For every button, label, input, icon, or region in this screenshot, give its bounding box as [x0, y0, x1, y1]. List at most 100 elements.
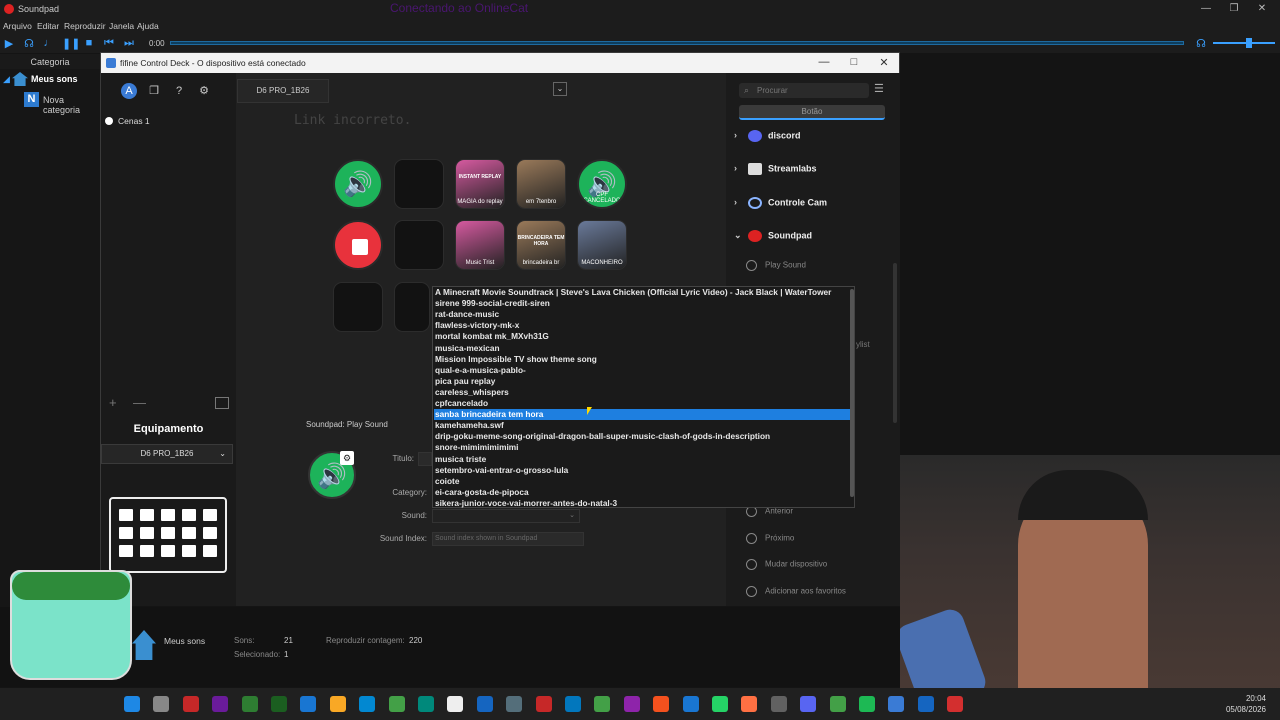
- taskbar-app-icon[interactable]: [300, 696, 317, 712]
- deck-key[interactable]: [394, 220, 444, 270]
- taskbar-app-icon[interactable]: [124, 696, 140, 712]
- menu-arquivo[interactable]: Arquivo: [3, 21, 32, 31]
- taskbar-app-icon[interactable]: [800, 696, 817, 712]
- category-nova[interactable]: Nova categoria: [43, 95, 100, 115]
- sound-option[interactable]: cpfcancelado: [434, 398, 850, 409]
- sound-option[interactable]: sanba brincadeira tem hora: [434, 409, 850, 421]
- plugin-soundpad[interactable]: ⌄ Soundpad: [734, 230, 812, 242]
- deck-key[interactable]: [394, 159, 444, 209]
- sound-option[interactable]: pica pau replay: [434, 376, 850, 387]
- scene-name[interactable]: Cenas 1: [118, 116, 150, 126]
- sound-option[interactable]: A Minecraft Movie Soundtrack | Steve's L…: [434, 287, 850, 298]
- deck-key[interactable]: MACONHEIRO: [577, 220, 627, 270]
- taskbar-app-icon[interactable]: [182, 696, 199, 712]
- volume-knob[interactable]: [1246, 38, 1252, 48]
- action-adicionar-favoritos[interactable]: Adicionar aos favoritos: [746, 586, 846, 597]
- taskbar-app-icon[interactable]: [917, 696, 934, 712]
- copy-icon[interactable]: ❐: [146, 83, 162, 99]
- expand-arrow-icon[interactable]: ◢: [3, 74, 10, 85]
- deck-key[interactable]: INSTANT REPLAY MAGIA do replay: [455, 159, 505, 209]
- taskbar-app-icon[interactable]: [153, 696, 170, 712]
- sound-option[interactable]: musica triste: [434, 454, 850, 465]
- help-icon[interactable]: ?: [171, 83, 187, 99]
- taskbar-app-icon[interactable]: [241, 696, 258, 712]
- sound-option[interactable]: careless_whispers: [434, 387, 850, 398]
- deck-minimize-icon[interactable]: —: [814, 56, 834, 68]
- sound-select[interactable]: ⌄: [432, 509, 580, 523]
- sound-option[interactable]: sirene 999-social-credit-siren: [434, 298, 850, 309]
- restore-icon[interactable]: ❐: [1224, 3, 1244, 14]
- deck-key[interactable]: 🔊 CPF CANCELADO: [577, 159, 627, 209]
- taskbar-app-icon[interactable]: [741, 696, 758, 712]
- taskbar-app-icon[interactable]: [565, 696, 581, 712]
- action-play-sound[interactable]: Play Sound: [746, 260, 806, 271]
- taskbar-app-icon[interactable]: [859, 696, 875, 712]
- key-empty[interactable]: [394, 282, 430, 332]
- title-input[interactable]: [418, 452, 432, 466]
- taskbar-app-icon[interactable]: [359, 696, 376, 712]
- add-scene-icon[interactable]: +: [109, 395, 117, 410]
- sound-option[interactable]: setembro-vai-entrar-o-grosso-lula: [434, 465, 850, 476]
- close-icon[interactable]: ✕: [1252, 3, 1272, 14]
- menu-editar[interactable]: Editar: [37, 21, 59, 31]
- deck-key[interactable]: BRINCADEIRA TEM HORA brincadeira br: [516, 220, 566, 270]
- deck-key[interactable]: em 7tenbro: [516, 159, 566, 209]
- equipment-select[interactable]: D6 PRO_1B26 ⌄: [101, 444, 233, 464]
- sound-option[interactable]: musica-mexican: [434, 343, 850, 354]
- previous-icon[interactable]: ⏮: [102, 37, 116, 50]
- plugin-controle-cam[interactable]: › Controle Cam: [734, 197, 827, 209]
- menu-ajuda[interactable]: Ajuda: [137, 21, 159, 31]
- key-empty[interactable]: [333, 282, 383, 332]
- sound-option[interactable]: sikera-junior-voce-vai-morrer-antes-do-n…: [434, 498, 850, 509]
- taskbar-app-icon[interactable]: [418, 696, 434, 712]
- sound-option[interactable]: drip-goku-meme-song-original-dragon-ball…: [434, 431, 850, 442]
- taskbar-app-icon[interactable]: [947, 696, 964, 712]
- sound-option[interactable]: snore-mimimimimimi: [434, 442, 850, 453]
- taskbar-app-icon[interactable]: [271, 696, 287, 712]
- list-view-icon[interactable]: ☰: [874, 82, 884, 95]
- taskbar-app-icon[interactable]: [770, 696, 787, 712]
- volume-slider[interactable]: [1213, 42, 1275, 44]
- headphones-volume-icon[interactable]: ☊: [1194, 37, 1208, 50]
- stop-icon[interactable]: ■: [82, 37, 96, 49]
- next-icon[interactable]: ⏭: [122, 37, 136, 50]
- sound-index-input[interactable]: Sound index shown in Soundpad: [432, 532, 584, 546]
- taskbar-app-icon[interactable]: [594, 696, 611, 712]
- taskbar-app-icon[interactable]: [712, 696, 728, 712]
- sound-option[interactable]: flawless-victory-mk-x: [434, 320, 850, 331]
- action-mudar-dispositivo[interactable]: Mudar dispositivo: [746, 559, 827, 570]
- sound-option[interactable]: mortal kombat mk_MXvh31G: [434, 331, 850, 342]
- taskbar-app-icon[interactable]: [535, 696, 552, 712]
- taskbar-app-icon[interactable]: [506, 696, 523, 712]
- taskbar-app-icon[interactable]: [329, 696, 346, 712]
- seek-bar[interactable]: [170, 41, 1184, 45]
- scene-radio-icon[interactable]: [105, 117, 113, 125]
- pause-icon[interactable]: ❚❚: [62, 37, 80, 50]
- play-icon[interactable]: ▶: [2, 37, 16, 50]
- deck-key[interactable]: [333, 220, 383, 270]
- remove-scene-icon[interactable]: —: [133, 395, 146, 410]
- tab-botao[interactable]: Botão: [739, 105, 885, 120]
- scene-config-icon[interactable]: [215, 397, 229, 409]
- plugin-discord[interactable]: › discord: [734, 130, 801, 142]
- sound-option[interactable]: kamehameha.swf: [434, 420, 850, 431]
- action-proximo[interactable]: Próximo: [746, 533, 794, 544]
- menu-janela[interactable]: Janela: [109, 21, 134, 31]
- settings-gear-icon[interactable]: ⚙: [196, 83, 212, 99]
- right-panel-scrollbar[interactable]: [893, 263, 897, 423]
- key-settings-icon[interactable]: ⚙: [340, 451, 354, 465]
- deck-close-icon[interactable]: ✕: [874, 56, 894, 69]
- tab-device[interactable]: D6 PRO_1B26: [237, 79, 329, 103]
- taskbar-app-icon[interactable]: [388, 696, 405, 712]
- sound-dropdown-list[interactable]: A Minecraft Movie Soundtrack | Steve's L…: [432, 286, 855, 508]
- taskbar-app-icon[interactable]: [212, 696, 229, 712]
- sound-option[interactable]: Mission Impossible TV show theme song: [434, 354, 850, 365]
- taskbar-clock[interactable]: 20:04 05/08/2026: [1226, 693, 1266, 715]
- category-meus-sons[interactable]: Meus sons: [31, 74, 78, 84]
- taskbar-app-icon[interactable]: [623, 696, 640, 712]
- menu-reproduzir[interactable]: Reproduzir: [64, 21, 106, 31]
- taskbar-app-icon[interactable]: [476, 696, 493, 712]
- taskbar-app-icon[interactable]: [447, 696, 464, 712]
- taskbar-app-icon[interactable]: [682, 696, 699, 712]
- taskbar-app-icon[interactable]: [653, 696, 670, 712]
